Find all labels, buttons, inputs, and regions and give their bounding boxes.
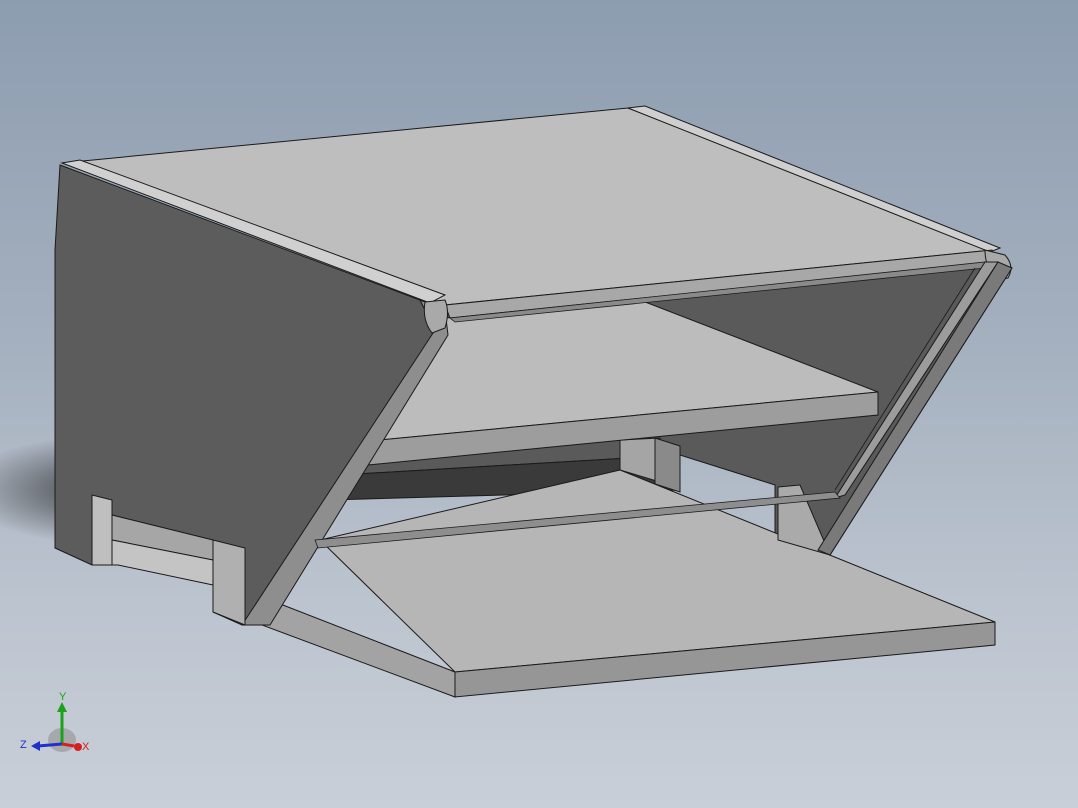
- left-front-foot: [91, 494, 113, 566]
- z-axis-label: Z: [20, 739, 27, 751]
- 3d-model-view[interactable]: [0, 0, 1078, 808]
- x-axis-line: [61, 742, 75, 748]
- coordinate-triad: Y Z X: [20, 691, 90, 753]
- y-axis-arrow: [57, 702, 67, 712]
- z-axis-arrow: [31, 741, 40, 751]
- y-axis-label: Y: [59, 691, 67, 703]
- graphics-viewport[interactable]: Y Z X: [0, 0, 1078, 808]
- x-axis-arrow: [74, 743, 82, 751]
- z-axis-line: [37, 742, 63, 748]
- left-rear-foot-face: [212, 539, 246, 626]
- x-axis-label: X: [82, 741, 90, 753]
- back-leg-side: [654, 437, 681, 493]
